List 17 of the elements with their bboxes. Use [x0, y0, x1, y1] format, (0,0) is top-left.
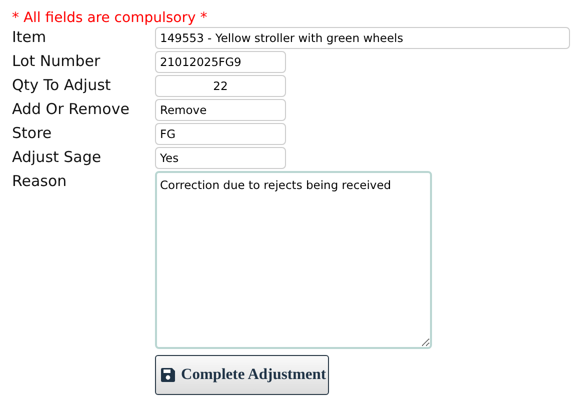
text-field[interactable]: FG	[155, 123, 286, 145]
required-notice: * All fields are compulsory *	[12, 9, 208, 27]
field-label: Item	[12, 27, 48, 47]
field-label: Store	[12, 123, 53, 143]
text-field[interactable]: Yes	[155, 147, 286, 169]
reason-field[interactable]: Correction due to rejects being received	[155, 171, 432, 349]
save-icon	[160, 367, 176, 383]
text-field[interactable]: 22	[155, 75, 286, 97]
field-label: Reason	[12, 171, 68, 191]
field-label: Qty To Adjust	[12, 75, 112, 95]
complete-adjustment-button[interactable]: Complete Adjustment	[155, 355, 329, 395]
text-field[interactable]: 149553 - Yellow stroller with green wheels	[155, 27, 570, 49]
field-label: Adjust Sage	[12, 147, 102, 167]
field-label: Add Or Remove	[12, 99, 130, 119]
field-label: Lot Number	[12, 51, 102, 71]
text-field[interactable]: 21012025FG9	[155, 51, 286, 73]
text-field[interactable]: Remove	[155, 99, 286, 121]
